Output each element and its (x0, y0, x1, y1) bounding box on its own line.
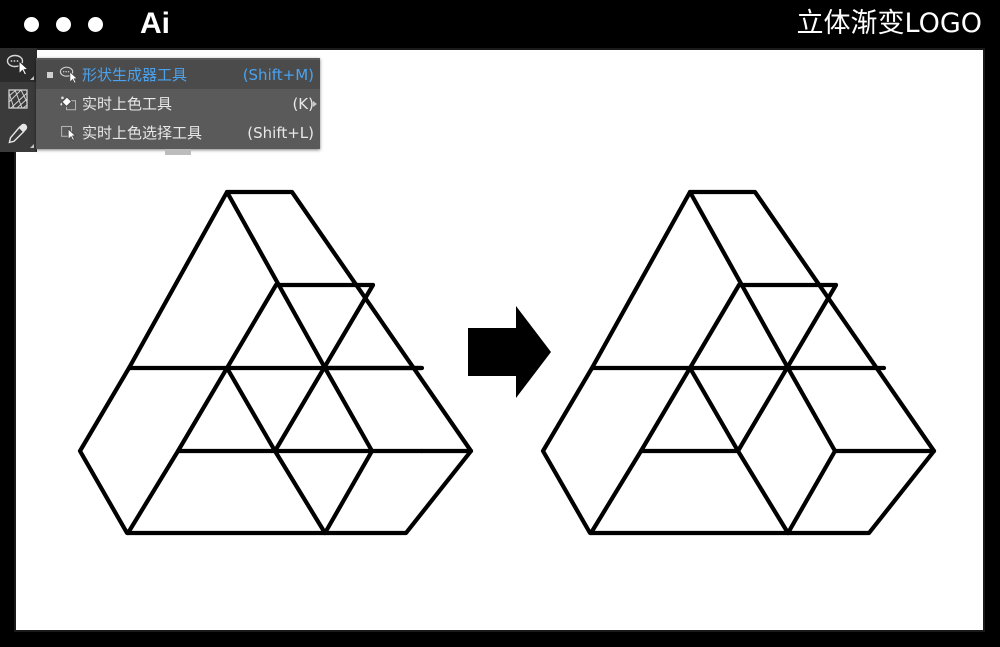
menu-item-shortcut: (K) (292, 94, 314, 113)
left-line-9 (224, 365, 278, 454)
right-line-10 (785, 365, 838, 454)
right-line-13 (588, 448, 644, 536)
document-title: 立体渐变LOGO (796, 8, 982, 39)
shape-builder-tool-button[interactable] (0, 48, 36, 82)
shape-builder-icon (6, 54, 30, 76)
title-bar: Ai 立体渐变LOGO (0, 0, 1000, 48)
left-outline (77, 189, 474, 536)
live-paint-selection-icon (56, 124, 82, 142)
eyedropper-icon (8, 123, 28, 144)
live-paint-bucket-icon (56, 95, 82, 113)
menu-item-shortcut: (Shift+L) (247, 123, 314, 142)
close-dot-icon[interactable] (24, 17, 39, 32)
live-paint-bucket-tool-button[interactable] (0, 82, 36, 116)
live-paint-mesh-icon (8, 89, 28, 109)
right-line-8 (687, 365, 741, 454)
right-line-11 (785, 448, 838, 536)
menu-item-shortcut: (Shift+M) (242, 65, 314, 84)
right-figure-rhombus-grid (540, 189, 937, 536)
left-figure-triangle-grid (77, 189, 474, 536)
flyout-drag-grip[interactable] (36, 149, 320, 156)
shape-builder-icon (56, 66, 82, 84)
eyedropper-tool-button[interactable] (0, 116, 36, 150)
menu-item-label: 形状生成器工具 (82, 66, 188, 84)
zoom-dot-icon[interactable] (88, 17, 103, 32)
app-window: Ai 立体渐变LOGO 形状生成器工具 (Shift+M) 实时上色工具 (K)… (0, 0, 1000, 647)
left-line-13 (125, 448, 181, 536)
right-arrow-icon (468, 306, 551, 398)
submenu-chevron-icon (313, 100, 317, 107)
minimize-dot-icon[interactable] (56, 17, 71, 32)
menu-item-shape-builder-tool[interactable]: 形状生成器工具 (Shift+M) (36, 60, 320, 89)
right-outline (540, 189, 937, 536)
tool-group-corner-icon (30, 144, 34, 148)
right-line-9 (735, 448, 791, 536)
menu-item-live-paint-bucket-tool[interactable]: 实时上色工具 (K) (36, 89, 320, 118)
menu-item-label: 实时上色选择工具 (82, 124, 203, 142)
left-line-10 (322, 365, 375, 454)
selected-bullet-icon (44, 71, 56, 78)
menu-item-label: 实时上色工具 (82, 95, 173, 113)
app-logo: Ai (140, 7, 170, 40)
left-line-12 (322, 448, 375, 536)
menu-item-live-paint-selection-tool[interactable]: 实时上色选择工具 (Shift+L) (36, 118, 320, 147)
tool-flyout-menu: 形状生成器工具 (Shift+M) 实时上色工具 (K) 实时上色选择工具 (S… (36, 58, 320, 155)
tool-group-corner-icon (30, 76, 34, 80)
tool-strip (0, 48, 37, 152)
window-controls[interactable] (24, 17, 103, 32)
left-line-11 (272, 448, 328, 536)
